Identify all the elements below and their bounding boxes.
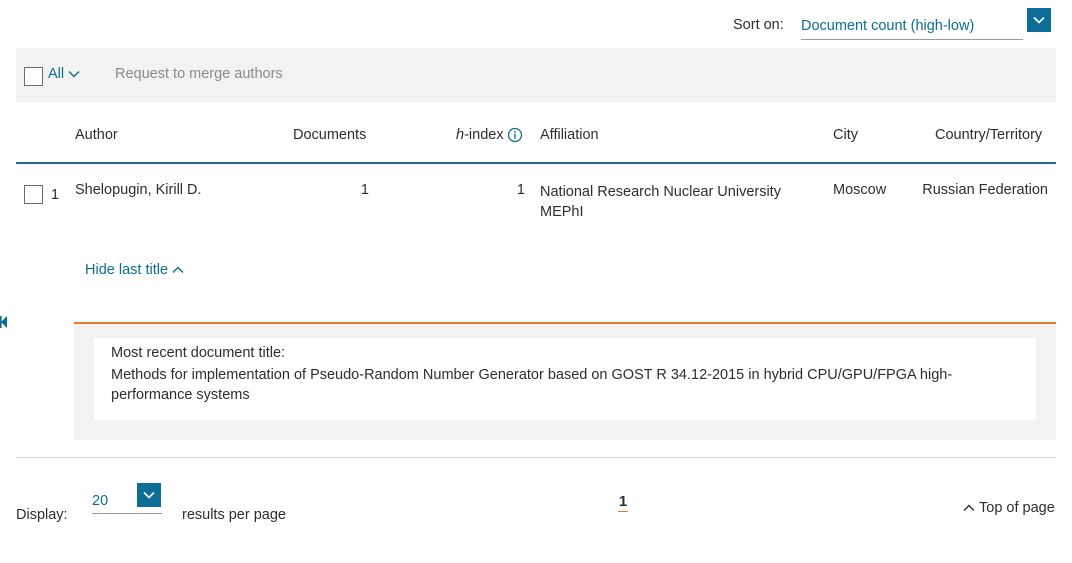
- top-of-page-link[interactable]: Top of page: [963, 500, 1055, 516]
- column-header-city[interactable]: City: [833, 127, 858, 143]
- recent-title-line1: Methods for implementation of Pseudo-Ran…: [111, 367, 953, 383]
- row-documents-count[interactable]: 1: [290, 182, 369, 198]
- current-page-number: 1: [618, 493, 628, 510]
- recent-title-line2: performance systems: [111, 387, 250, 403]
- select-all-dropdown[interactable]: All: [48, 66, 80, 82]
- recent-title-text[interactable]: Methods for implementation of Pseudo-Ran…: [111, 365, 1011, 405]
- column-header-hindex[interactable]: h -index: [456, 127, 523, 143]
- sort-select-underline: [801, 39, 1023, 40]
- per-page-dropdown-button[interactable]: [137, 483, 161, 507]
- per-page-underline: [92, 513, 162, 514]
- per-page-value: 20: [92, 493, 109, 509]
- column-header-affiliation[interactable]: Affiliation: [540, 127, 599, 143]
- top-of-page-label: Top of page: [979, 500, 1055, 516]
- sort-select[interactable]: Document count (high-low): [801, 18, 1051, 40]
- column-header-author[interactable]: Author: [75, 127, 118, 143]
- display-label: Display:: [16, 507, 68, 523]
- current-page-indicator: [618, 511, 628, 512]
- info-icon[interactable]: [507, 127, 523, 143]
- chevron-down-icon: [1033, 16, 1045, 24]
- row-affiliation-line2: MEPhI: [540, 204, 584, 220]
- per-page-suffix: results per page: [182, 507, 286, 523]
- hide-last-title-toggle[interactable]: Hide last title: [85, 262, 184, 278]
- row-city: Moscow: [833, 182, 887, 198]
- footer-divider: [16, 457, 1056, 458]
- chevron-down-icon: [68, 71, 80, 78]
- row-affiliation: National Research Nuclear University MEP…: [540, 182, 781, 222]
- sort-dropdown-button[interactable]: [1027, 8, 1051, 32]
- row-affiliation-line1: National Research Nuclear University: [540, 184, 781, 200]
- select-all-label: All: [48, 66, 65, 82]
- chevron-up-icon: [963, 504, 975, 511]
- column-header-country[interactable]: Country/Territory: [935, 127, 1042, 143]
- row-checkbox[interactable]: [24, 185, 43, 204]
- sort-select-value: Document count (high-low): [801, 18, 975, 34]
- hindex-rest-label: -index: [464, 127, 504, 143]
- row-country: Russian Federation: [922, 182, 1048, 198]
- sort-label: Sort on:: [733, 17, 784, 33]
- recent-title-label: Most recent document title:: [111, 345, 286, 361]
- request-merge-authors-button[interactable]: Request to merge authors: [115, 66, 283, 82]
- author-name-link[interactable]: Shelopugin, Kirill D.: [75, 182, 202, 198]
- hindex-h-label: h: [456, 127, 465, 143]
- row-index: 1: [51, 187, 60, 203]
- select-all-checkbox[interactable]: [24, 67, 43, 86]
- column-header-documents[interactable]: Documents: [293, 127, 366, 143]
- collapse-arrow-icon[interactable]: [0, 315, 8, 329]
- chevron-down-icon: [143, 491, 155, 499]
- row-hindex: 1: [516, 182, 525, 198]
- hide-last-title-label: Hide last title: [85, 262, 169, 278]
- pagination-current-page[interactable]: 1: [618, 493, 628, 512]
- last-title-box: Most recent document title: Methods for …: [94, 338, 1036, 420]
- chevron-up-icon: [172, 266, 184, 273]
